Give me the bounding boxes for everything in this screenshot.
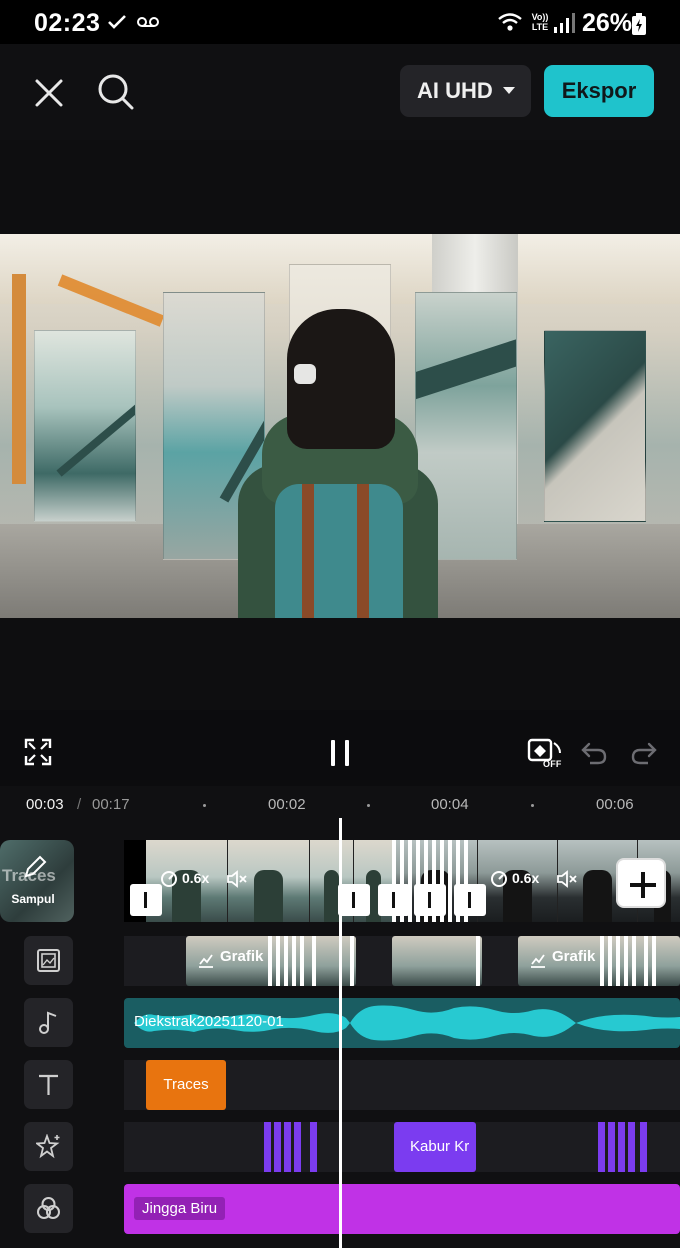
audio-clip[interactable]: Diekstrak20251120-01 [124,998,680,1048]
text-icon [39,1074,58,1095]
audio-track-button[interactable] [24,998,73,1047]
time-separator: / [77,796,82,813]
transition-button[interactable] [378,884,410,916]
overlay-icon [531,954,545,968]
time-ruler[interactable]: 00:03 / 00:17 00:02 00:04 00:06 [0,786,680,822]
keyframe-state-label: OFF [543,759,562,769]
quality-dropdown[interactable]: AI UHD [400,65,531,117]
effect-clip-segment[interactable] [608,1122,615,1172]
pause-icon [331,740,335,766]
effect-clip-segment[interactable] [310,1122,317,1172]
ruler-tick: 00:06 [596,796,634,813]
mute-icon [557,870,577,888]
mute-icon [227,870,247,888]
overlay-clip[interactable] [392,936,482,986]
clip-speed: 0.6x [512,870,540,886]
signal-icon [554,13,575,33]
export-button[interactable]: Ekspor [544,65,654,117]
video-preview[interactable] [0,234,680,618]
fullscreen-icon[interactable] [24,738,52,766]
filter-clip[interactable]: Jingga Biru [124,1184,680,1234]
overlay-clip-label: Grafik [552,948,596,965]
transition-button[interactable] [130,884,162,916]
effect-clip[interactable]: Kabur Kr [394,1122,476,1172]
effect-clip-segment[interactable] [274,1122,281,1172]
undo-icon[interactable] [580,740,608,766]
editor-top-bar: AI UHD Ekspor [0,44,680,140]
overlay-icon [37,949,60,972]
text-track-button[interactable] [24,1060,73,1109]
clip-speed: 0.6x [182,870,210,886]
effect-clip-segment[interactable] [264,1122,271,1172]
network-label: Vo)) LTE [531,12,549,32]
close-icon[interactable] [28,72,70,114]
overlay-clip-label: Grafik [220,948,264,965]
current-time: 00:03 [26,796,64,813]
overlay-track-button[interactable] [24,936,73,985]
battery-percent: 26% [582,9,633,37]
effect-clip-segment[interactable] [640,1122,647,1172]
transition-button[interactable] [338,884,370,916]
effects-star-icon [36,1134,60,1159]
filter-clip-label: Jingga Biru [134,1197,226,1220]
wifi-icon [498,13,522,31]
speed-icon [491,871,507,887]
cover-thumbnail[interactable]: Traces Sampul [0,840,74,922]
effect-clip-segment[interactable] [284,1122,291,1172]
effect-clip-segment[interactable] [294,1122,301,1172]
status-bar: 02:23 Vo)) LTE 26% [0,0,680,44]
effect-clip-label: Kabur Kr [410,1138,470,1155]
effect-clip-segment[interactable] [598,1122,605,1172]
effect-clip-segment[interactable] [618,1122,625,1172]
effects-track-button[interactable] [24,1122,73,1171]
search-icon[interactable] [94,70,138,114]
text-clip[interactable]: Traces [146,1060,226,1110]
filter-track-button[interactable] [24,1184,73,1233]
transition-button[interactable] [414,884,446,916]
status-time: 02:23 [34,9,101,37]
ruler-tick: 00:04 [431,796,469,813]
edit-pen-icon [24,855,47,878]
main-video-track[interactable]: 0.6x 0.6x [124,840,680,922]
overlay-clip[interactable]: Grafik [518,936,680,986]
voicemail-icon [137,17,159,27]
dropdown-caret-icon [503,87,515,94]
overlay-clip[interactable]: Grafik [186,936,356,986]
speed-icon [161,871,177,887]
quality-label: AI UHD [417,78,493,103]
filter-icon [37,1197,60,1219]
effect-clip-segment[interactable] [628,1122,635,1172]
redo-icon[interactable] [630,740,658,766]
pause-button[interactable] [328,740,352,766]
ruler-tick: 00:02 [268,796,306,813]
transition-button[interactable] [454,884,486,916]
playhead[interactable] [339,818,342,1248]
audio-clip-label: Diekstrak20251120-01 [134,1013,284,1030]
check-icon [108,15,126,29]
add-clip-button[interactable] [616,858,666,908]
total-time: 00:17 [92,796,130,813]
music-note-icon [39,1011,57,1034]
battery-charging-icon [632,13,646,35]
preview-area [0,140,680,710]
cover-label: Sampul [11,892,55,906]
overlay-icon [199,954,213,968]
